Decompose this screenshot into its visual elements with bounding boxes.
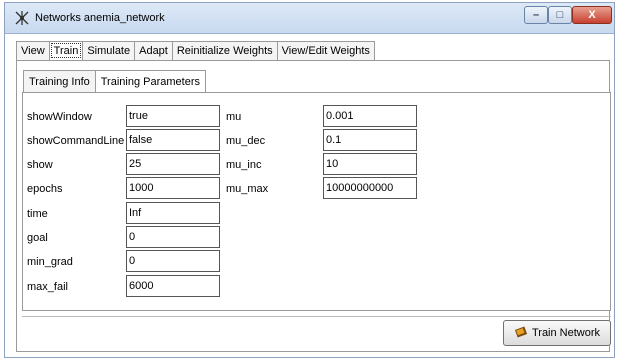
param-label-show: show [27,159,53,171]
param-field-show[interactable]: 25 [126,153,220,175]
tab-view[interactable]: View [16,41,50,60]
param-field-max-fail[interactable]: 6000 [126,275,220,297]
param-label-mu: mu [226,111,242,123]
minimize-button[interactable]: – [524,6,548,24]
param-label-showcommandline: showCommandLine [27,135,125,147]
train-network-button[interactable]: Train Network [503,320,611,346]
param-field-epochs[interactable]: 1000 [126,177,220,199]
tab-view-edit-weights[interactable]: View/Edit Weights [276,41,375,60]
tab-simulate[interactable]: Simulate [82,41,136,60]
main-tab-bar: View Train Simulate Adapt Reinitialize W… [16,41,375,61]
param-label-mu-inc: mu_inc [226,159,262,171]
param-label-epochs: epochs [27,183,63,195]
network-app-icon [15,11,29,25]
param-field-mu-inc[interactable]: 10 [323,153,417,175]
param-label-showwindow: showWindow [27,111,92,123]
param-field-showcommandline[interactable]: false [126,129,220,151]
train-network-label: Train Network [531,327,601,339]
param-label-mu-max: mu_max [226,183,269,195]
param-label-min-grad: min_grad [27,256,73,268]
training-parameters-panel [22,92,611,311]
param-field-showwindow[interactable]: true [126,105,220,127]
tab-training-parameters[interactable]: Training Parameters [94,70,206,93]
param-field-mu[interactable]: 0.001 [323,105,417,127]
tab-train[interactable]: Train [48,41,84,60]
param-field-mu-dec[interactable]: 0.1 [323,129,417,151]
param-field-time[interactable]: Inf [126,202,220,224]
tab-training-info[interactable]: Training Info [23,70,96,92]
param-label-mu-dec: mu_dec [226,135,266,147]
title-bar[interactable]: Networks anemia_network – □ X [5,3,614,34]
divider [22,316,611,317]
param-label-max-fail: max_fail [27,281,68,293]
train-sub-tab-bar: Training Info Training Parameters [23,70,206,93]
close-button[interactable]: X [572,6,612,24]
maximize-button[interactable]: □ [548,6,572,24]
tab-reinitialize-weights[interactable]: Reinitialize Weights [171,41,278,60]
param-field-goal[interactable]: 0 [126,226,220,248]
param-label-time: time [27,208,48,220]
param-label-goal: goal [27,232,48,244]
train-network-icon [514,325,528,342]
tab-adapt[interactable]: Adapt [134,41,173,60]
param-field-min-grad[interactable]: 0 [126,250,220,272]
param-field-mu-max[interactable]: 10000000000 [323,177,417,199]
window-title: Networks anemia_network [35,12,165,24]
